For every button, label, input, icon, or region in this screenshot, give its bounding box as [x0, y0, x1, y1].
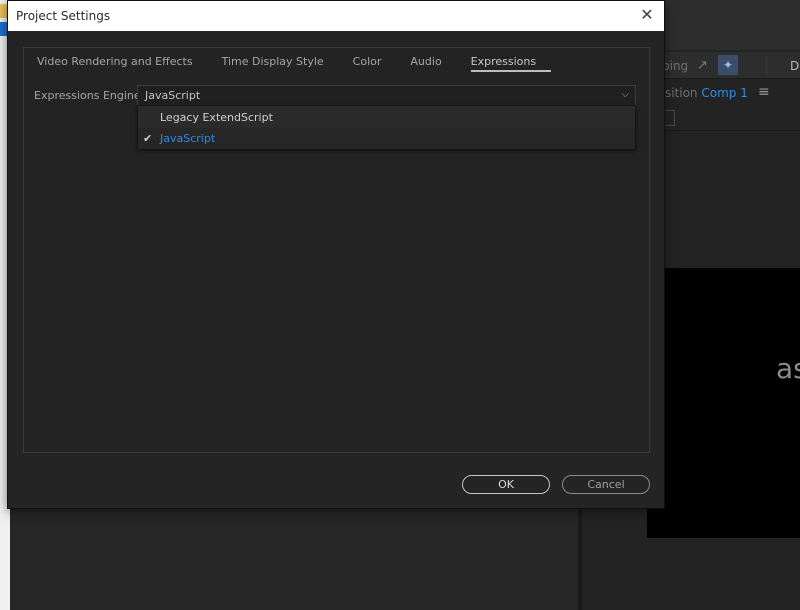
tab-video-rendering[interactable]: Video Rendering and Effects: [37, 55, 208, 72]
close-icon[interactable]: ✕: [638, 6, 656, 24]
option-javascript[interactable]: ✔ JavaScript: [138, 128, 635, 149]
viewer-text: as: [776, 352, 800, 385]
option-legacy-extendscript[interactable]: Legacy ExtendScript: [138, 107, 635, 128]
composition-viewer[interactable]: [647, 268, 800, 538]
project-settings-dialog: Project Settings ✕ Video Rendering and E…: [7, 0, 665, 509]
expressions-engine-value: JavaScript: [145, 89, 201, 102]
option-label: Legacy ExtendScript: [160, 111, 273, 124]
option-label: JavaScript: [160, 132, 216, 145]
expressions-engine-dropdown: Legacy ExtendScript ✔ JavaScript: [137, 105, 636, 149]
settings-tabs: Video Rendering and Effects Time Display…: [37, 55, 565, 72]
cancel-button[interactable]: Cancel: [562, 475, 650, 494]
checkmark-icon: ✔: [143, 132, 153, 145]
workspace-label[interactable]: D: [790, 59, 799, 73]
tab-audio[interactable]: Audio: [410, 55, 456, 72]
tab-time-display-style[interactable]: Time Display Style: [222, 55, 339, 72]
toolbar-divider: [766, 56, 767, 74]
dialog-title: Project Settings: [16, 9, 111, 23]
expressions-engine-label: Expressions Engine:: [34, 89, 145, 102]
dialog-titlebar[interactable]: Project Settings ✕: [8, 1, 664, 31]
expressions-engine-select[interactable]: JavaScript ⌵: [137, 85, 636, 106]
snapping-label: ping: [662, 59, 689, 73]
chevron-down-icon: ⌵: [621, 89, 629, 100]
composition-name: Comp 1: [701, 86, 748, 100]
pin-icon[interactable]: ↗: [697, 58, 708, 73]
panel-divider: [650, 130, 800, 131]
tab-expressions[interactable]: Expressions: [470, 55, 552, 72]
ok-button[interactable]: OK: [462, 475, 550, 494]
panel-splitter[interactable]: [578, 500, 582, 610]
background-project-panel: [10, 500, 578, 610]
panel-menu-icon[interactable]: ≡: [758, 84, 770, 100]
snap-icon[interactable]: ✦: [718, 55, 738, 75]
tab-color[interactable]: Color: [353, 55, 397, 72]
